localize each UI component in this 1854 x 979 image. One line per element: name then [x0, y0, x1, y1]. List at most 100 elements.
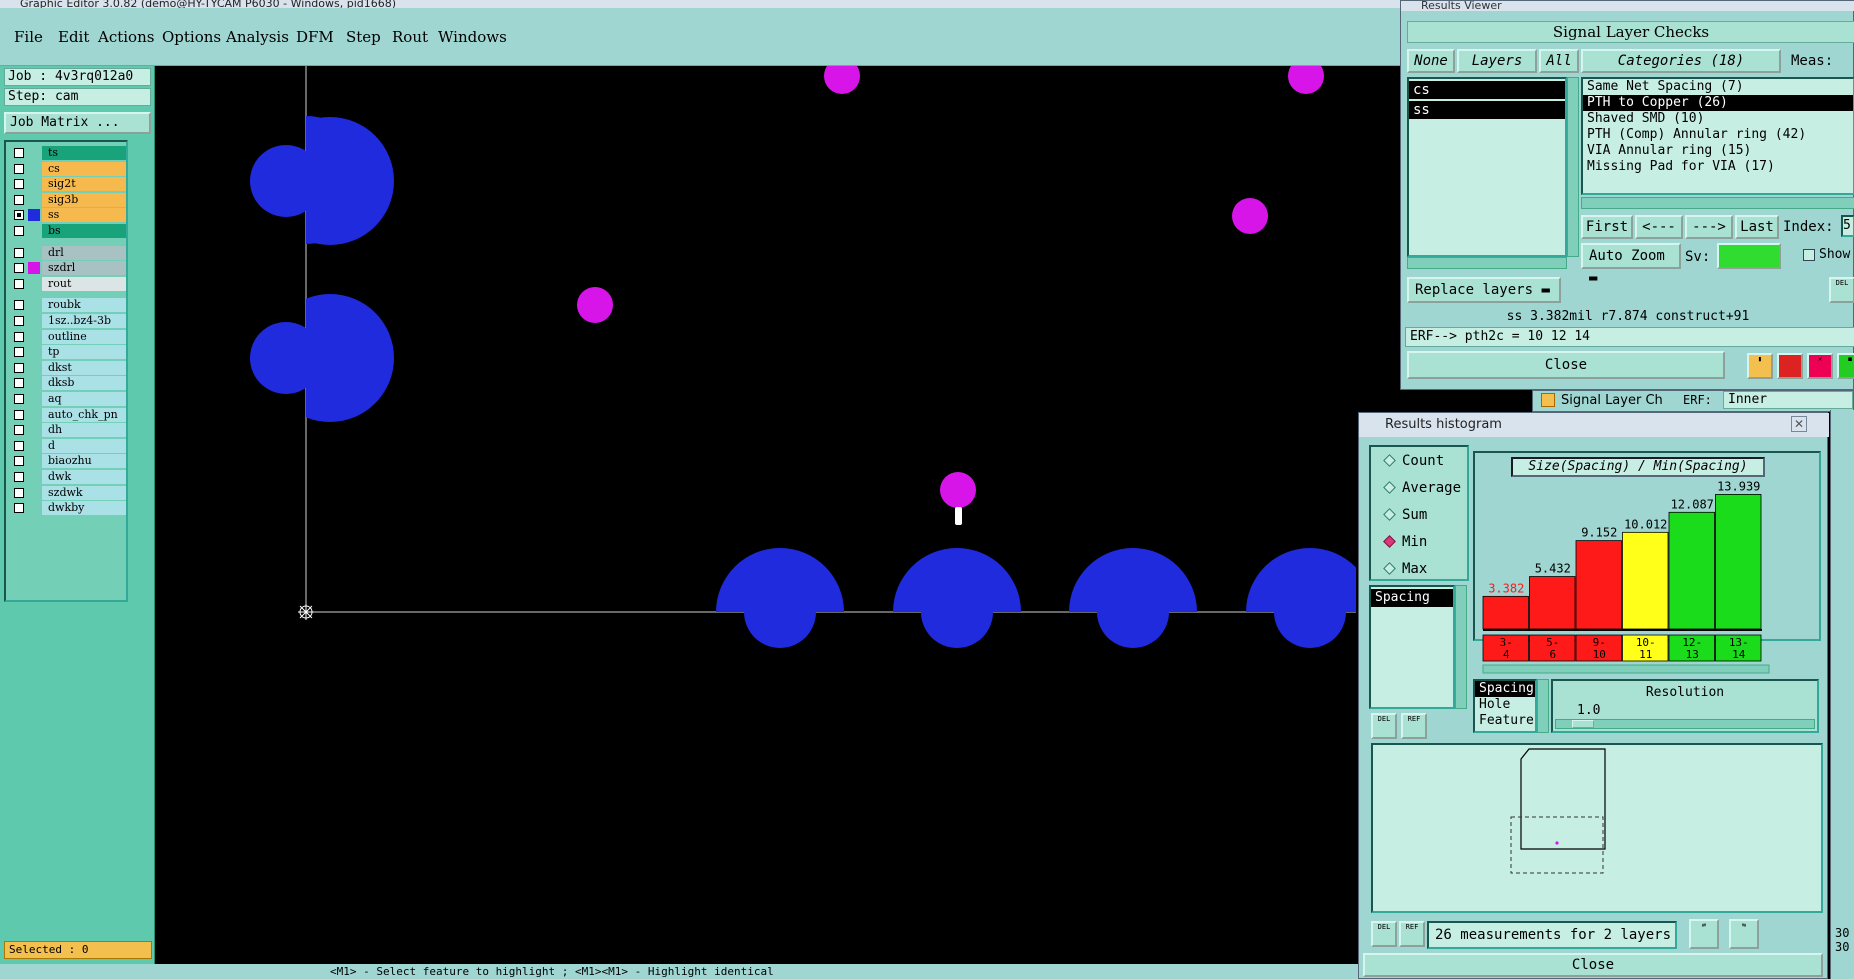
layer-name[interactable]: dwk — [42, 470, 126, 484]
category-item[interactable]: Shaved SMD (10) — [1583, 111, 1853, 127]
show-checkbox[interactable] — [1803, 249, 1815, 261]
prev-button[interactable]: <--- — [1635, 215, 1683, 239]
export-icon[interactable]: ⇄ — [1689, 919, 1719, 949]
layer-name[interactable]: szdrl — [42, 261, 126, 276]
layer-checkbox[interactable] — [14, 409, 24, 420]
menu-step[interactable]: Step — [346, 28, 381, 46]
layers-button[interactable]: Layers — [1457, 49, 1537, 73]
layer-row-dwk[interactable]: dwk — [8, 470, 126, 484]
first-button[interactable]: First — [1581, 215, 1633, 239]
layer-name[interactable]: roubk — [42, 298, 126, 313]
pad-bottom-4[interactable] — [1246, 548, 1356, 648]
mode-min[interactable]: Min — [1383, 534, 1427, 550]
layer-name[interactable]: dkst — [42, 360, 126, 375]
layer-name[interactable]: biaozhu — [42, 454, 126, 469]
layer-checkbox[interactable] — [14, 456, 24, 467]
drill-hit[interactable] — [577, 287, 613, 323]
layer-name[interactable]: dwkby — [42, 501, 126, 516]
layer-name[interactable]: ts — [42, 146, 126, 160]
drill-hit[interactable] — [1288, 66, 1324, 94]
layer-row-szdwk[interactable]: szdwk — [8, 485, 126, 500]
replace-layers-button[interactable]: Replace layers ▬ — [1407, 277, 1561, 303]
layer-name[interactable]: sig3b — [42, 192, 126, 207]
type-item[interactable]: Feature — [1475, 713, 1535, 729]
layer-row-rout[interactable]: rout — [8, 276, 126, 291]
layer-checkbox[interactable] — [14, 278, 24, 289]
drill-hit[interactable] — [824, 66, 860, 94]
drill-hit-highlighted[interactable] — [940, 472, 976, 508]
menu-options[interactable]: Options — [162, 28, 221, 46]
layer-checkbox[interactable] — [14, 247, 24, 258]
layer-results-list[interactable]: cs ss — [1407, 77, 1567, 257]
type-item[interactable]: Hole — [1475, 697, 1535, 713]
clear-icon[interactable]: ✕ — [1807, 353, 1833, 379]
layer-checkbox[interactable] — [14, 503, 24, 514]
layer-name[interactable]: szdwk — [42, 485, 126, 500]
layer-checkbox[interactable] — [14, 440, 24, 451]
mark-icon[interactable] — [1777, 353, 1803, 379]
sv-color-select[interactable] — [1717, 243, 1781, 269]
layer-checkbox[interactable] — [14, 472, 24, 482]
type-list[interactable]: Spacing Hole Feature — [1473, 679, 1537, 733]
layer-row-sig2t[interactable]: sig2t — [8, 177, 126, 192]
resolution-slider[interactable] — [1555, 719, 1815, 729]
categories-button[interactable]: Categories (18) — [1581, 49, 1781, 73]
menu-windows[interactable]: Windows — [438, 28, 507, 46]
close-icon[interactable]: ✕ — [1791, 416, 1807, 432]
layer-checkbox[interactable] — [14, 194, 24, 205]
category-item[interactable]: Missing Pad for VIA (17) — [1583, 159, 1853, 175]
pad-bottom-3[interactable] — [1069, 548, 1197, 648]
layer-name[interactable]: sig2t — [42, 177, 126, 192]
last-button[interactable]: Last — [1735, 215, 1779, 239]
measure-list-scrollbar[interactable] — [1455, 585, 1467, 709]
menu-analysis[interactable]: Analysis — [226, 28, 289, 46]
menu-actions[interactable]: Actions — [98, 28, 154, 46]
layer-row-aq[interactable]: aq — [8, 392, 126, 406]
menu-rout[interactable]: Rout — [392, 28, 428, 46]
layer-checkbox[interactable] — [14, 331, 24, 342]
none-button[interactable]: None — [1407, 49, 1455, 73]
pad-left-1[interactable] — [250, 116, 394, 245]
layer-name[interactable]: auto_chk_pn — [42, 407, 126, 422]
mode-count[interactable]: Count — [1383, 453, 1444, 469]
layer-checkbox[interactable] — [14, 487, 24, 498]
all-button[interactable]: All — [1539, 49, 1579, 73]
layer-name[interactable]: aq — [42, 392, 126, 406]
highlight-icon[interactable]: ▮ — [1747, 353, 1773, 379]
delete-icon[interactable]: DEL — [1371, 921, 1397, 947]
layer-result-item[interactable]: cs — [1409, 81, 1565, 99]
auto-zoom-button[interactable]: Auto Zoom ▬ — [1581, 243, 1681, 286]
layer-name[interactable]: rout — [42, 276, 126, 291]
graphic-canvas[interactable] — [156, 66, 1356, 964]
layer-row-dksb[interactable]: dksb — [8, 376, 126, 391]
layer-row-ts[interactable]: ts — [8, 146, 126, 160]
pad-bottom-2[interactable] — [893, 548, 1021, 648]
layer-row-drl[interactable]: drl — [8, 245, 126, 260]
category-item[interactable]: PTH (Comp) Annular ring (42) — [1583, 127, 1853, 143]
category-list[interactable]: Same Net Spacing (7) PTH to Copper (26) Sh… — [1581, 77, 1854, 195]
menu-dfm[interactable]: DFM — [296, 28, 334, 46]
layer-row-outline[interactable]: outline — [8, 329, 126, 344]
layer-row-1sz-bz4-3b[interactable]: 1sz..bz4-3b — [8, 314, 126, 328]
layer-checkbox[interactable] — [14, 347, 24, 358]
layer-checkbox[interactable] — [14, 163, 24, 174]
layer-name[interactable]: tp — [42, 345, 126, 360]
resolution-slider-handle[interactable] — [1572, 720, 1594, 728]
layer-checkbox[interactable] — [14, 425, 24, 436]
inner-field[interactable]: Inner — [1723, 391, 1853, 409]
layer-name[interactable]: ss — [42, 208, 126, 223]
layer-row-roubk[interactable]: roubk — [8, 298, 126, 313]
type-item[interactable]: Spacing — [1475, 681, 1535, 697]
layer-row-bs[interactable]: bs — [8, 224, 126, 238]
next-button[interactable]: ---> — [1685, 215, 1733, 239]
layer-checkbox[interactable] — [14, 300, 24, 311]
layer-row-biaozhu[interactable]: biaozhu — [8, 454, 126, 469]
layer-result-item[interactable]: ss — [1409, 101, 1565, 119]
layer-name[interactable]: outline — [42, 329, 126, 344]
measure-item[interactable]: Spacing — [1371, 589, 1453, 607]
layer-name[interactable]: dksb — [42, 376, 126, 391]
drill-hit[interactable] — [1232, 198, 1268, 234]
mode-max[interactable]: Max — [1383, 561, 1427, 577]
category-item[interactable]: PTH to Copper (26) — [1583, 95, 1853, 111]
refresh-icon[interactable]: REF — [1401, 713, 1427, 739]
